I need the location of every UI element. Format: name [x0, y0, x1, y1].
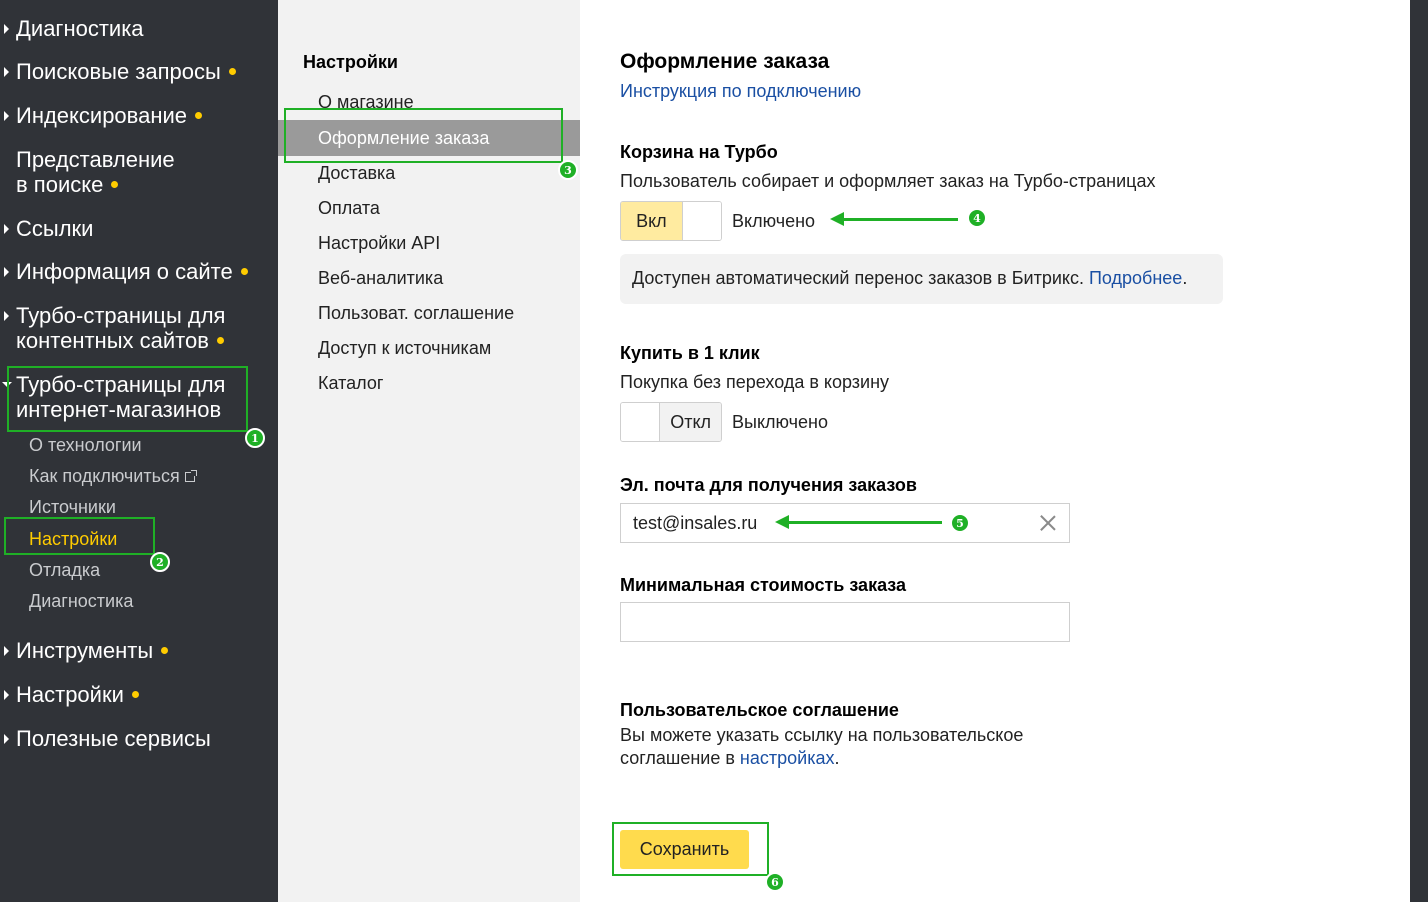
- sidebar-subitem-diagnostics[interactable]: Диагностика: [29, 590, 133, 612]
- annotation-badge-3: 3: [558, 160, 578, 180]
- sidebar-item-label: Настройки: [16, 682, 124, 707]
- notice-more-link[interactable]: Подробнее: [1089, 268, 1182, 288]
- sidebar-item-label: Ссылки: [16, 216, 94, 241]
- annotation-badge-6: 6: [765, 872, 785, 892]
- toggle-knob: [621, 403, 661, 441]
- page-title: Оформление заказа: [620, 50, 830, 73]
- right-edge-strip: [1410, 0, 1428, 902]
- settings-nav-item-delivery[interactable]: Доставка: [318, 163, 395, 184]
- annotation-badge-2: 2: [150, 552, 170, 572]
- expand-arrow-icon: [4, 734, 9, 744]
- agreement-settings-link[interactable]: настройках: [740, 748, 835, 768]
- annotation-badge-1: 1: [245, 428, 265, 448]
- email-title: Эл. почта для получения заказов: [620, 475, 917, 495]
- expand-arrow-icon: [4, 24, 9, 34]
- agreement-title: Пользовательское соглашение: [620, 700, 899, 720]
- sidebar-item-label: в поиске: [16, 172, 104, 197]
- sidebar-item-links[interactable]: Ссылки: [4, 216, 94, 241]
- one-click-state-text: Выключено: [732, 412, 828, 432]
- min-cost-field[interactable]: [620, 602, 1070, 642]
- sidebar-item-label: Поисковые запросы: [16, 59, 221, 84]
- annotation-badge-4: 4: [967, 208, 987, 228]
- notification-dot-icon: [131, 690, 139, 698]
- notification-dot-icon: [240, 267, 248, 275]
- settings-nav-item-agreement[interactable]: Пользоват. соглашение: [318, 303, 514, 324]
- highlight-box: [284, 108, 563, 163]
- notification-dot-icon: [195, 111, 203, 119]
- min-cost-title: Минимальная стоимость заказа: [620, 575, 907, 595]
- sidebar-item-settings[interactable]: Настройки: [4, 682, 139, 707]
- toggle-off-label: Откл: [660, 403, 721, 441]
- main-content: Оформление заказа Инструкция по подключе…: [580, 0, 1410, 902]
- sidebar-item-search-queries[interactable]: Поисковые запросы: [4, 59, 236, 84]
- notification-dot-icon: [111, 180, 119, 188]
- one-click-toggle[interactable]: Откл: [620, 402, 722, 442]
- one-click-desc: Покупка без перехода в корзину: [620, 372, 890, 392]
- sidebar-item-label: контентных сайтов: [16, 328, 209, 353]
- external-link-icon: [184, 470, 197, 482]
- expand-arrow-icon: [4, 646, 9, 656]
- settings-nav-item-payment[interactable]: Оплата: [318, 198, 380, 219]
- settings-nav-item-source-access[interactable]: Доступ к источникам: [318, 338, 491, 359]
- sidebar-item-search-appearance[interactable]: Представление в поиске: [16, 147, 175, 197]
- instruction-link[interactable]: Инструкция по подключению: [620, 81, 861, 102]
- sidebar-item-label: Представление: [16, 147, 175, 172]
- highlight-box: [7, 366, 248, 432]
- highlight-box: [4, 517, 155, 555]
- expand-arrow-icon: [4, 311, 9, 321]
- sidebar-item-label: Диагностика: [16, 16, 144, 41]
- arrow-icon: [830, 212, 958, 226]
- settings-nav-item-catalog[interactable]: Каталог: [318, 373, 383, 394]
- sidebar-item-label: Индексирование: [16, 103, 188, 128]
- sidebar-item-useful-services[interactable]: Полезные сервисы: [4, 726, 211, 751]
- notification-dot-icon: [228, 67, 236, 75]
- settings-nav-title: Настройки: [303, 52, 398, 72]
- cart-section-desc: Пользователь собирает и оформляет заказ …: [620, 171, 1156, 191]
- highlight-box: [612, 822, 769, 876]
- arrow-icon: [775, 515, 942, 529]
- clear-icon[interactable]: [1039, 514, 1057, 532]
- notice-text: Доступен автоматический перенос заказов …: [632, 268, 1089, 288]
- sidebar-item-label: Турбо-страницы для: [16, 303, 226, 328]
- sidebar-item-turbo-content[interactable]: Турбо-страницы для контентных сайтов: [4, 303, 226, 353]
- bitrix-notice: Доступен автоматический перенос заказов …: [620, 254, 1223, 304]
- agreement-line1: Вы можете указать ссылку на пользователь…: [620, 725, 1024, 745]
- notice-end: .: [1182, 268, 1188, 288]
- sidebar-subitem-how-to-connect[interactable]: Как подключиться: [29, 465, 197, 487]
- sidebar-item-label: Инструменты: [16, 638, 154, 663]
- cart-toggle[interactable]: Вкл: [620, 201, 722, 241]
- expand-arrow-icon: [4, 67, 9, 77]
- expand-arrow-icon: [4, 111, 9, 121]
- one-click-title: Купить в 1 клик: [620, 343, 760, 363]
- sidebar-subitem-about[interactable]: О технологии: [29, 434, 142, 456]
- sidebar-subitem-sources[interactable]: Источники: [29, 496, 116, 518]
- sidebar-item-site-info[interactable]: Информация о сайте: [4, 259, 248, 284]
- cart-section-title: Корзина на Турбо: [620, 142, 778, 162]
- toggle-on-label: Вкл: [621, 202, 682, 240]
- agreement-line2: соглашение в настройках.: [620, 748, 840, 768]
- settings-nav-item-api[interactable]: Настройки API: [318, 233, 440, 254]
- settings-nav-item-analytics[interactable]: Веб-аналитика: [318, 268, 443, 289]
- annotation-badge-5: 5: [950, 513, 970, 533]
- sidebar-item-diagnostics[interactable]: Диагностика: [4, 16, 144, 41]
- sidebar-item-indexing[interactable]: Индексирование: [4, 103, 203, 128]
- expand-arrow-icon: [4, 690, 9, 700]
- sidebar-item-label: Информация о сайте: [16, 259, 233, 284]
- notification-dot-icon: [216, 336, 224, 344]
- main-sidebar: Диагностика Поисковые запросы Индексиров…: [0, 0, 278, 902]
- notification-dot-icon: [161, 646, 169, 654]
- toggle-knob: [681, 202, 721, 240]
- sidebar-item-label: Полезные сервисы: [16, 726, 211, 751]
- sidebar-item-tools[interactable]: Инструменты: [4, 638, 169, 663]
- cart-state-text: Включено: [732, 211, 816, 231]
- sidebar-subitem-debug[interactable]: Отладка: [29, 559, 100, 581]
- expand-arrow-icon: [4, 267, 9, 277]
- email-value: test@insales.ru: [633, 513, 758, 533]
- expand-arrow-icon: [4, 224, 9, 234]
